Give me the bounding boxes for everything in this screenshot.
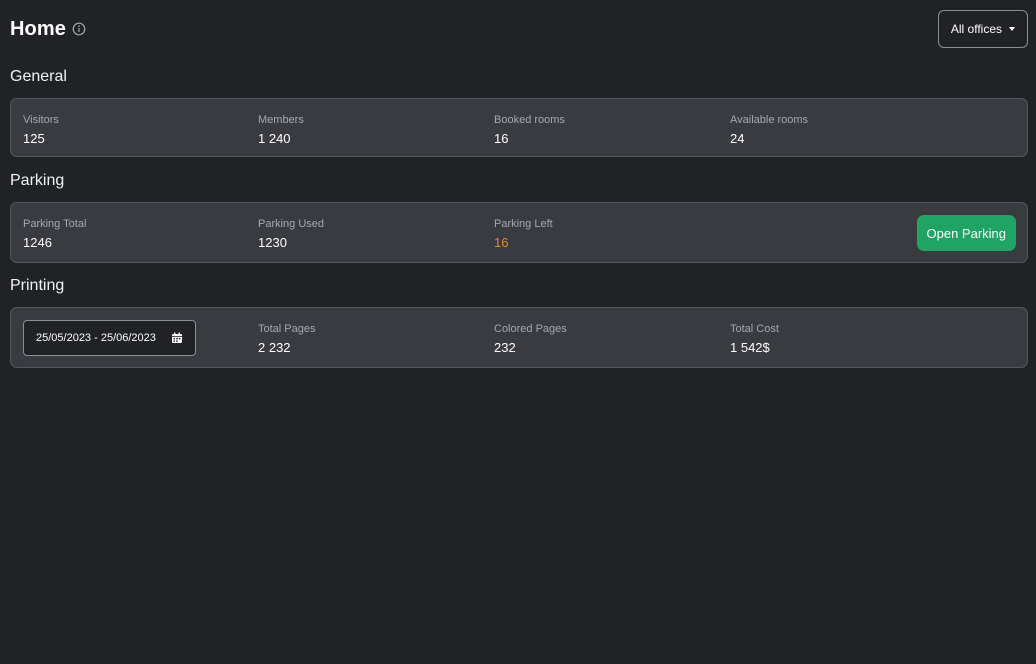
metric-label: Parking Used xyxy=(258,218,325,230)
metric-label: Colored Pages xyxy=(494,323,567,335)
date-range-value: 25/05/2023 - 25/06/2023 xyxy=(36,332,156,344)
metric-value: 1230 xyxy=(258,235,287,250)
metric-value: 2 232 xyxy=(258,340,291,355)
office-select-label: All offices xyxy=(950,22,1002,36)
metric-label: Parking Left xyxy=(494,218,553,230)
metric-value: 16 xyxy=(494,131,509,146)
metric-value: 24 xyxy=(730,131,745,146)
info-icon[interactable] xyxy=(72,22,86,36)
page-title: Home xyxy=(10,17,66,40)
metric-label: Visitors xyxy=(23,114,59,126)
date-range-picker[interactable]: 25/05/2023 - 25/06/2023 xyxy=(23,320,196,356)
parking-card: Parking Total 1246 Parking Used 1230 Par… xyxy=(10,202,1028,263)
section-title-printing: Printing xyxy=(10,277,65,294)
metric-value: 1246 xyxy=(23,235,52,250)
metric-label: Parking Total xyxy=(23,218,87,230)
caret-down-icon xyxy=(1009,27,1015,31)
section-title-parking: Parking xyxy=(10,172,65,189)
open-parking-button[interactable]: Open Parking xyxy=(916,215,1016,251)
page-header: Home All offices xyxy=(10,10,1028,48)
metric-colored-pages: Colored Pages 232 xyxy=(494,322,567,357)
calendar-icon xyxy=(171,332,183,344)
metric-parking-used: Parking Used 1230 xyxy=(258,217,324,252)
metric-value: 1 542$ xyxy=(730,340,770,355)
metric-label: Booked rooms xyxy=(494,114,565,126)
section-title-general: General xyxy=(10,68,67,85)
metric-parking-total: Parking Total 1246 xyxy=(23,217,86,252)
metric-label: Total Pages xyxy=(258,323,316,335)
metric-value: 125 xyxy=(23,131,45,146)
metric-parking-left: Parking Left 16 xyxy=(494,217,553,252)
metric-label: Total Cost xyxy=(730,323,779,335)
office-select[interactable]: All offices xyxy=(937,10,1028,48)
metric-label: Members xyxy=(258,114,304,126)
metric-members: Members 1 240 xyxy=(258,113,304,148)
metric-booked-rooms: Booked rooms 16 xyxy=(494,113,565,148)
metric-label: Available rooms xyxy=(730,114,809,126)
printing-card: 25/05/2023 - 25/06/2023 Total Pages 2 23… xyxy=(10,307,1028,368)
metric-visitors: Visitors 125 xyxy=(23,113,59,148)
title-group: Home xyxy=(10,18,86,41)
metric-value: 16 xyxy=(494,235,509,250)
metric-total-pages: Total Pages 2 232 xyxy=(258,322,315,357)
metric-available-rooms: Available rooms 24 xyxy=(730,113,808,148)
metric-value: 1 240 xyxy=(258,131,291,146)
metric-total-cost: Total Cost 1 542$ xyxy=(730,322,779,357)
metric-value: 232 xyxy=(494,340,516,355)
general-card: Visitors 125 Members 1 240 Booked rooms … xyxy=(10,98,1028,157)
